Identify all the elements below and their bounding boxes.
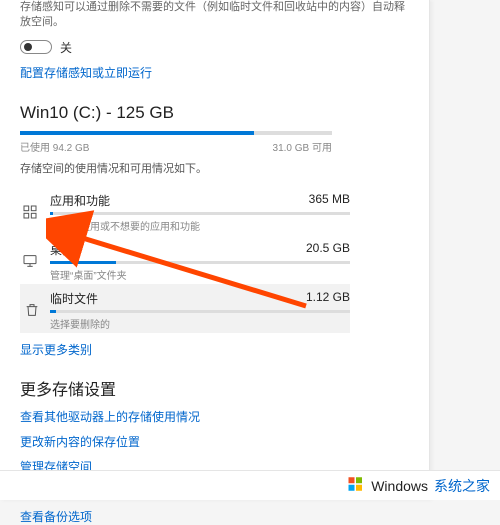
drive-title: Win10 (C:) - 125 GB (20, 103, 409, 123)
category-size: 365 MB (309, 192, 350, 209)
drive-caption: 存储空间的使用情况和可用情况如下。 (20, 160, 409, 176)
category-bar-fill (50, 261, 116, 264)
category-bar (50, 310, 350, 313)
category-name: 应用和功能 (50, 192, 110, 209)
category-list: 应用和功能 365 MB 卸载未使用或不想要的应用和功能桌面 20.5 GB 管理“桌面… (20, 186, 409, 333)
more-storage-title: 更多存储设置 (20, 376, 409, 400)
footer-site: 系统之家 (434, 476, 490, 496)
category-item-desktop[interactable]: 桌面 20.5 GB 管理“桌面”文件夹 (20, 235, 350, 284)
category-size: 1.12 GB (306, 290, 350, 307)
category-name: 临时文件 (50, 290, 98, 307)
toggle-label: 关 (60, 39, 72, 56)
category-body: 应用和功能 365 MB 卸载未使用或不想要的应用和功能 (50, 192, 350, 233)
drive-usage-labels: 已使用 94.2 GB 31.0 GB 可用 (20, 139, 332, 154)
drive-usage-fill (20, 131, 254, 135)
category-bar (50, 261, 350, 264)
more-storage-link-0[interactable]: 查看其他驱动器上的存储使用情况 (20, 408, 409, 425)
category-bar-fill (50, 310, 56, 313)
more-storage-links: 查看其他驱动器上的存储使用情况更改新内容的保存位置管理存储空间优化驱动器查看备份… (20, 408, 409, 525)
show-more-categories-link[interactable]: 显示更多类别 (20, 341, 409, 358)
category-item-trash[interactable]: 临时文件 1.12 GB 选择要删除的 (20, 284, 350, 333)
desktop-icon (20, 251, 40, 271)
category-body: 桌面 20.5 GB 管理“桌面”文件夹 (50, 241, 350, 282)
category-sub: 卸载未使用或不想要的应用和功能 (50, 218, 350, 233)
category-bar (50, 212, 350, 215)
category-body: 临时文件 1.12 GB 选择要删除的 (50, 290, 350, 331)
drive-free-label: 31.0 GB 可用 (273, 139, 332, 154)
category-bar-fill (50, 212, 53, 215)
category-item-apps[interactable]: 应用和功能 365 MB 卸载未使用或不想要的应用和功能 (20, 186, 350, 235)
drive-used-label: 已使用 94.2 GB (20, 139, 89, 154)
drive-usage-bar (20, 131, 332, 135)
apps-icon (20, 202, 40, 222)
footer-brand: Windows (371, 478, 428, 494)
category-sub: 管理“桌面”文件夹 (50, 267, 350, 282)
storage-sense-desc: 存储感知可以通过删除不需要的文件（例如临时文件和回收站中的内容）自动释放空间。 (20, 0, 409, 31)
storage-sense-toggle[interactable] (20, 40, 52, 54)
category-size: 20.5 GB (306, 241, 350, 258)
category-sub: 选择要删除的 (50, 316, 350, 331)
trash-icon (24, 300, 40, 320)
settings-panel: 存储感知可以通过删除不需要的文件（例如临时文件和回收站中的内容）自动释放空间。 … (0, 0, 430, 500)
more-storage-link-4[interactable]: 查看备份选项 (20, 508, 409, 525)
category-name: 桌面 (50, 241, 74, 258)
more-storage-link-1[interactable]: 更改新内容的保存位置 (20, 433, 409, 450)
footer-bar: Windows 系统之家 (0, 470, 500, 500)
storage-sense-toggle-row: 关 (20, 39, 409, 56)
windows-logo-icon (347, 475, 365, 496)
configure-storage-sense-link[interactable]: 配置存储感知或立即运行 (20, 64, 409, 81)
